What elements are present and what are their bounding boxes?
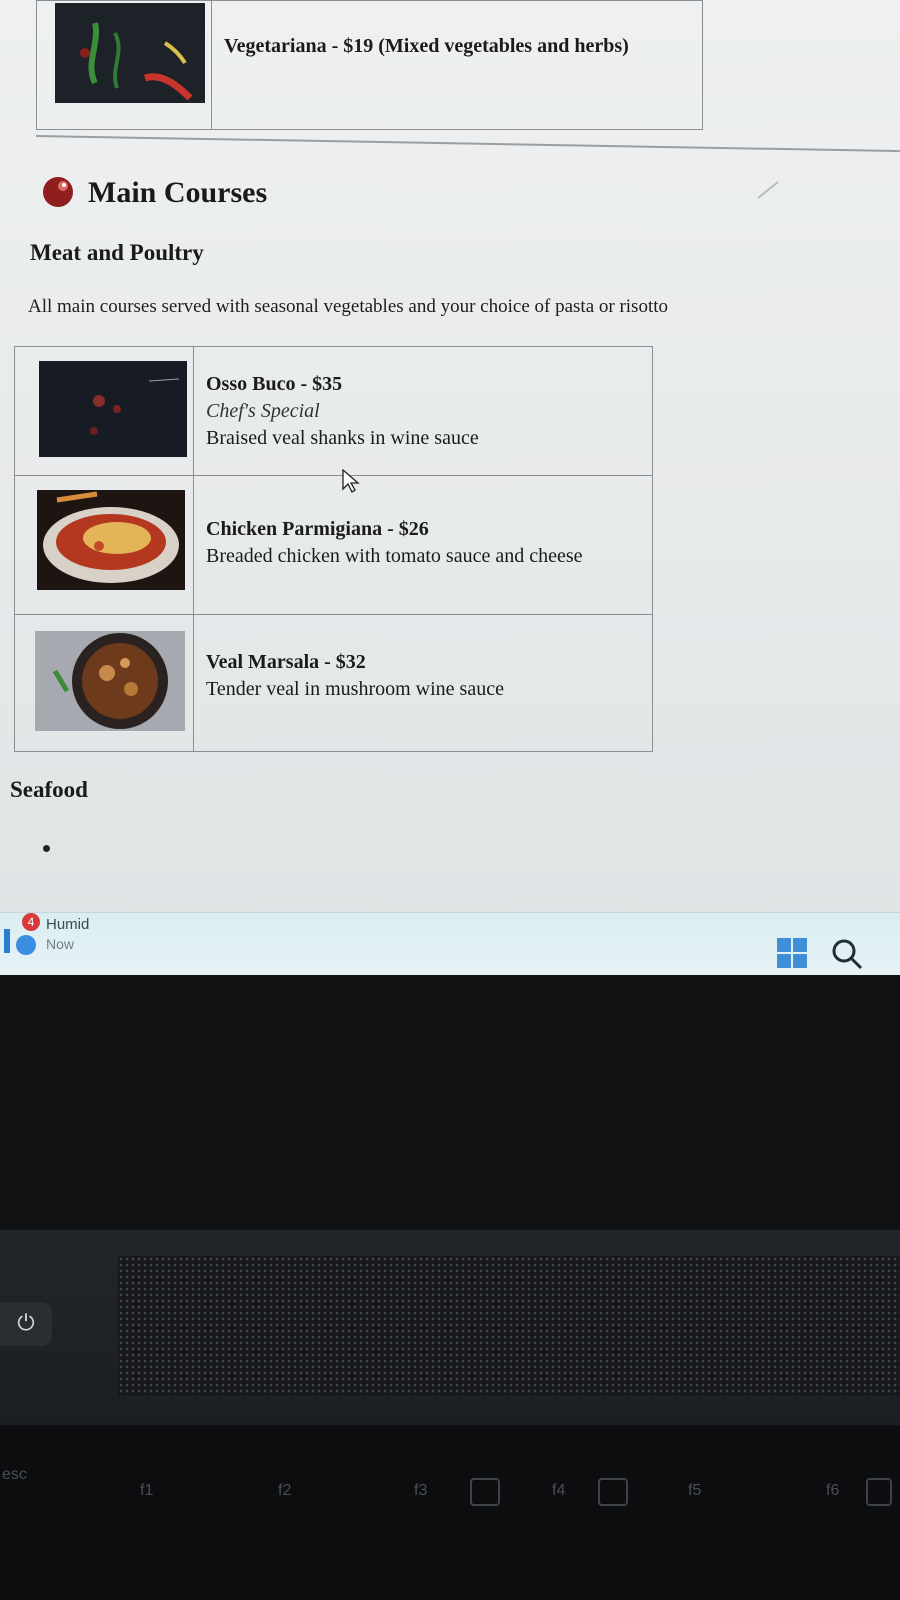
f6-glyph-icon [866,1478,892,1506]
chicken-parmigiana-text-cell: Chicken Parmigiana - $26 Breaded chicken… [193,475,653,615]
f4-glyph-icon [598,1478,628,1506]
image-cell [14,346,194,476]
veal-marsala-text-cell: Veal Marsala - $32 Tender veal in mushro… [193,614,653,752]
table-row: Vegetariana - $19 (Mixed vegetables and … [36,0,703,130]
vegetariana-image [55,3,205,103]
vegetariana-table: Vegetariana - $19 (Mixed vegetables and … [36,0,703,130]
windows-start-icon[interactable] [776,937,808,969]
screen-bezel [0,975,900,1235]
weather-condition: Humid [46,916,90,933]
vegetariana-item: Vegetariana - $19 (Mixed vegetables and … [224,35,629,57]
list-bullet [43,845,50,852]
search-icon[interactable] [830,937,864,971]
item-description: Tender veal in mushroom wine sauce [206,678,504,700]
horizontal-rule [35,135,900,153]
chicken-parmigiana-image [37,490,185,590]
notification-badge: 4 [22,913,40,931]
main-courses-intro: All main courses served with seasonal ve… [28,296,669,317]
osso-buco-image [39,361,187,457]
pen-scratch-mark [757,181,779,199]
item-description: Braised veal shanks in wine sauce [206,427,479,449]
osso-buco-text-cell: Osso Buco - $35 Chef's Special Braised v… [193,346,653,476]
power-icon[interactable]: ⏻ [0,1302,52,1346]
veal-marsala-image [35,631,185,731]
item-name: Osso Buco - $35 [206,373,343,395]
f3-key[interactable]: f3 [414,1482,427,1500]
image-cell [36,0,212,130]
speaker-grille [118,1256,900,1396]
function-key-row [0,1425,900,1600]
osso-buco-item: Osso Buco - $35 Chef's Special Braised v… [194,347,652,452]
f3-glyph-icon [470,1478,500,1506]
weather-time: Now [46,936,75,952]
f6-key[interactable]: f6 [826,1482,839,1500]
item-description: Breaded chicken with tomato sauce and ch… [206,545,583,567]
weather-widget[interactable]: 4 Humid Now [4,913,114,971]
mouse-cursor-icon [342,469,360,493]
item-name: Chicken Parmigiana - $26 [206,518,429,540]
f5-key[interactable]: f5 [688,1482,701,1500]
esc-key[interactable]: esc [2,1466,27,1484]
table-row: Chicken Parmigiana - $26 Breaded chicken… [14,475,653,615]
f1-key[interactable]: f1 [140,1482,153,1500]
f2-key[interactable]: f2 [278,1482,291,1500]
browser-page: Vegetariana - $19 (Mixed vegetables and … [0,0,900,985]
vegetariana-text-cell: Vegetariana - $19 (Mixed vegetables and … [211,0,703,130]
main-courses-title: Main Courses [88,176,268,209]
table-row: Osso Buco - $35 Chef's Special Braised v… [14,346,653,476]
f4-key[interactable]: f4 [552,1482,565,1500]
seafood-heading: Seafood [10,777,88,802]
image-cell [14,475,194,615]
table-row: Veal Marsala - $32 Tender veal in mushro… [14,614,653,752]
main-courses-table: Osso Buco - $35 Chef's Special Braised v… [14,346,653,752]
meat-icon [43,177,73,207]
item-name: Veal Marsala - $32 [206,651,366,673]
meat-poultry-heading: Meat and Poultry [30,240,204,265]
image-cell [14,614,194,752]
chicken-parmigiana-item: Chicken Parmigiana - $26 Breaded chicken… [194,476,652,570]
taskbar: 4 Humid Now [0,912,900,975]
item-special: Chef's Special [206,400,320,422]
veal-marsala-item: Veal Marsala - $32 Tender veal in mushro… [194,615,652,703]
